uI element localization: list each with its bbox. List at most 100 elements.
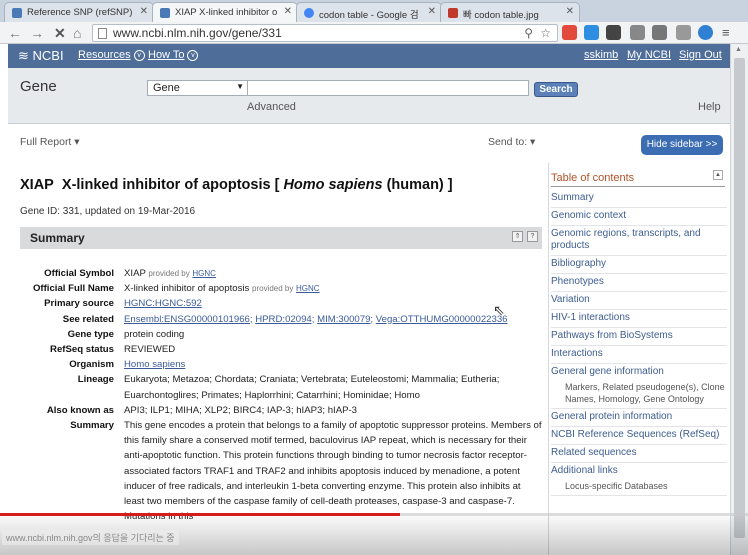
close-icon[interactable]: ✕ <box>284 6 292 17</box>
collapse-icon[interactable]: ⇑ <box>512 231 523 242</box>
search-button[interactable]: Search <box>534 82 578 97</box>
tab-label: XIAP X-linked inhibitor o <box>175 7 278 18</box>
skype-icon[interactable] <box>584 25 599 40</box>
toc-general-gene-info[interactable]: General gene information <box>551 364 727 381</box>
resources-menu[interactable]: Resources v <box>78 49 145 61</box>
toc-general-protein-info[interactable]: General protein information <box>551 409 727 427</box>
stop-icon[interactable]: ✕ <box>54 25 66 41</box>
video-progress-remaining[interactable] <box>400 513 748 516</box>
search-icon[interactable]: ⚲ <box>524 26 533 40</box>
aka-row: Also known as API3; ILP1; MIHA; XLP2; BI… <box>20 403 542 418</box>
tab-codon-jpg[interactable]: 빠 codon table.jpg ✕ <box>440 2 580 22</box>
ensembl-link[interactable]: Ensembl:ENSG00000101966; <box>124 314 253 325</box>
toc-related-sequences[interactable]: Related sequences <box>551 445 727 463</box>
hgnc-link[interactable]: HGNC <box>192 269 216 278</box>
tab-favicon-icon <box>160 8 170 18</box>
hgnc-link[interactable]: HGNC <box>296 284 320 293</box>
field-label: Organism <box>69 359 114 371</box>
main-content: Full Report ▾ Send to: ▾ Hide sidebar >>… <box>8 125 730 555</box>
see-related-row: See related Ensembl:ENSG00000101966; HPR… <box>20 312 542 327</box>
help-link[interactable]: Help <box>698 101 721 113</box>
gene-name: X-linked inhibitor of apoptosis [ <box>61 177 280 193</box>
search-bar: Gene Gene ▼ Search Advanced Help <box>8 68 730 124</box>
extension-icon[interactable] <box>630 25 645 40</box>
close-icon[interactable]: ✕ <box>428 6 436 17</box>
summary-section-header[interactable]: Summary ⇑ ? <box>20 227 542 249</box>
forward-icon[interactable]: → <box>30 25 44 41</box>
hprd-link[interactable]: HPRD:02094; <box>255 314 314 325</box>
hide-sidebar-button[interactable]: Hide sidebar >> <box>641 135 723 155</box>
toc-additional-sublinks[interactable]: Locus-specific Databases <box>551 480 727 496</box>
extension-icon[interactable] <box>606 25 621 40</box>
user-link[interactable]: sskimb <box>584 49 618 61</box>
download-icon[interactable] <box>698 25 713 40</box>
toc-additional-links[interactable]: Additional links <box>551 463 727 480</box>
toc-heading: Table of contents <box>551 172 635 184</box>
bookmark-star-icon[interactable]: ☆ <box>540 26 551 40</box>
toc-genomic-context[interactable]: Genomic context <box>551 208 727 226</box>
tab-xiap[interactable]: XIAP X-linked inhibitor o ✕ <box>152 2 298 22</box>
toc-gene-info-sublinks[interactable]: Markers, Related pseudogene(s), Clone Na… <box>551 381 727 409</box>
toc-genomic-regions[interactable]: Genomic regions, transcripts, and produc… <box>551 226 727 256</box>
gene-type-row: Gene type protein coding <box>20 327 542 342</box>
send-to-menu[interactable]: Send to: ▾ <box>488 136 535 148</box>
organism-link[interactable]: Homo sapiens <box>124 359 185 370</box>
myncbi-link[interactable]: My NCBI <box>627 49 671 61</box>
tab-codon-google[interactable]: codon table - Google 검 ✕ <box>296 2 442 22</box>
toc-summary[interactable]: Summary <box>551 190 727 208</box>
page-scrollbar[interactable]: ▲ <box>730 44 748 555</box>
toc-phenotypes[interactable]: Phenotypes <box>551 274 727 292</box>
toc-refseq[interactable]: NCBI Reference Sequences (RefSeq) <box>551 427 727 445</box>
help-icon[interactable]: ? <box>527 231 538 242</box>
search-input[interactable] <box>247 80 529 96</box>
signout-link[interactable]: Sign Out <box>679 49 722 61</box>
toc-interactions[interactable]: Interactions <box>551 346 727 364</box>
gene-id-line: Gene ID: 331, updated on 19-Mar-2016 <box>20 206 196 217</box>
howto-menu[interactable]: How To v <box>148 49 199 61</box>
lineage-row: Lineage Eukaryota; Metazoa; Chordata; Cr… <box>20 372 542 402</box>
table-of-contents: Summary Genomic context Genomic regions,… <box>551 190 727 496</box>
species-name: Homo sapiens <box>283 177 383 193</box>
scroll-up-icon[interactable]: ▲ <box>735 46 742 53</box>
collapse-icon[interactable]: ▲ <box>713 170 723 180</box>
scrollbar-thumb[interactable] <box>734 58 745 538</box>
mim-link[interactable]: MIM:300079; <box>317 314 373 325</box>
menu-icon[interactable]: ≡ <box>722 25 730 41</box>
extension-icon[interactable] <box>676 25 691 40</box>
chevron-down-icon: v <box>133 50 145 61</box>
field-label: See related <box>62 313 114 325</box>
close-icon[interactable]: ✕ <box>566 6 574 17</box>
tab-label: Reference SNP (refSNP) <box>27 7 133 18</box>
vega-link[interactable]: Vega:OTTHUMG00000022336 <box>376 314 508 325</box>
extension-plus-icon[interactable] <box>562 25 577 40</box>
field-label: RefSeq status <box>50 344 114 356</box>
advanced-link[interactable]: Advanced <box>247 101 296 113</box>
extension-g-icon[interactable] <box>652 25 667 40</box>
divider <box>551 186 725 187</box>
field-label: Also known as <box>46 404 114 416</box>
tab-refsnp[interactable]: Reference SNP (refSNP) ✕ <box>4 2 154 22</box>
send-to-label: Send to: <box>488 136 528 148</box>
toc-variation[interactable]: Variation <box>551 292 727 310</box>
database-select[interactable]: Gene ▼ <box>147 80 249 96</box>
toc-hiv-interactions[interactable]: HIV-1 interactions <box>551 310 727 328</box>
address-bar[interactable]: www.ncbi.nlm.nih.gov/gene/331 ⚲ ☆ <box>92 24 558 42</box>
species-common: (human) ] <box>386 177 453 193</box>
full-report-menu[interactable]: Full Report ▾ <box>20 136 80 148</box>
back-icon[interactable]: ← <box>8 25 22 41</box>
primary-source-link[interactable]: HGNC:HGNC:592 <box>124 298 202 309</box>
organism-row: Organism Homo sapiens <box>20 357 542 372</box>
summary-text: This gene encodes a protein that belongs… <box>124 420 542 522</box>
home-icon[interactable]: ⌂ <box>73 25 81 41</box>
summary-details: Official Symbol XIAP provided by HGNC Of… <box>20 266 542 524</box>
tab-label: codon table - Google 검 <box>319 10 419 21</box>
video-progress-bar[interactable] <box>0 513 400 516</box>
official-symbol-value: XIAP <box>124 268 146 279</box>
official-symbol-row: Official Symbol XIAP provided by HGNC <box>20 266 542 281</box>
mouse-cursor-icon: ⇖ <box>493 302 505 318</box>
ncbi-logo[interactable]: ≋ NCBI <box>18 48 64 64</box>
page-title: XIAP X-linked inhibitor of apoptosis [ H… <box>20 177 453 193</box>
close-icon[interactable]: ✕ <box>140 6 148 17</box>
toc-bibliography[interactable]: Bibliography <box>551 256 727 274</box>
toc-pathways[interactable]: Pathways from BioSystems <box>551 328 727 346</box>
